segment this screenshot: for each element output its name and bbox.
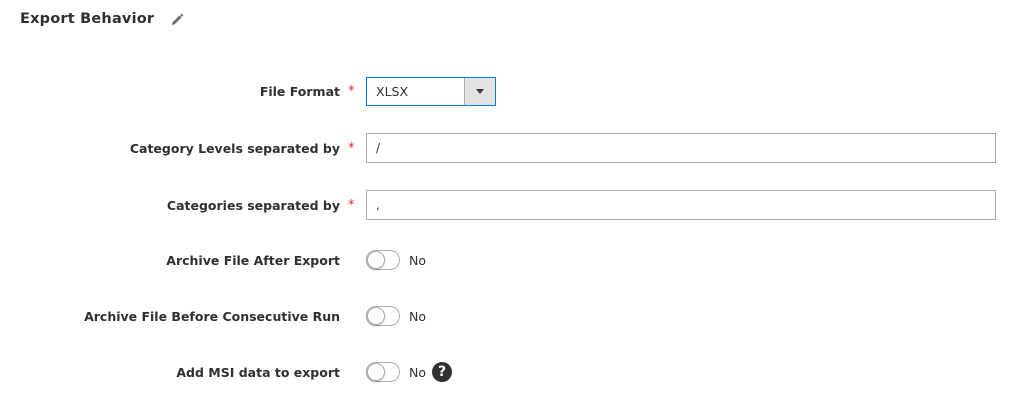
field-row-category-levels: Category Levels separated by *: [0, 133, 1012, 163]
file-format-select[interactable]: XLSX: [366, 77, 496, 106]
toggle-knob: [367, 251, 385, 269]
required-marker: *: [348, 197, 355, 213]
archive-after-export-label: Archive File After Export: [166, 252, 340, 268]
field-row-archive-before-run: Archive File Before Consecutive Run No: [0, 306, 1012, 326]
archive-before-run-state: No: [409, 308, 426, 324]
export-behavior-panel: Export Behavior File Format * XLSX Categ…: [0, 0, 1012, 402]
field-row-msi-data: Add MSI data to export No ?: [0, 362, 1012, 382]
pencil-icon[interactable]: [170, 12, 184, 26]
categories-separator-input[interactable]: [366, 190, 996, 220]
field-row-file-format: File Format * XLSX: [0, 77, 1012, 106]
archive-before-run-toggle[interactable]: [366, 306, 400, 326]
section-title: Export Behavior: [20, 11, 155, 27]
file-format-value: XLSX: [376, 84, 409, 99]
archive-before-run-label: Archive File Before Consecutive Run: [84, 308, 340, 324]
category-levels-label: Category Levels separated by: [129, 140, 340, 156]
toggle-knob: [367, 363, 385, 381]
archive-after-export-state: No: [409, 252, 426, 268]
section-header: Export Behavior: [20, 11, 184, 27]
field-row-categories-separator: Categories separated by *: [0, 190, 1012, 220]
msi-data-state: No: [409, 364, 426, 380]
required-marker: *: [348, 140, 355, 156]
toggle-knob: [367, 307, 385, 325]
question-circle-icon[interactable]: ?: [432, 362, 452, 382]
msi-data-label: Add MSI data to export: [176, 364, 340, 380]
required-marker: *: [348, 84, 355, 99]
caret-down-icon[interactable]: [464, 78, 495, 105]
msi-data-toggle[interactable]: [366, 362, 400, 382]
file-format-label: File Format: [259, 84, 340, 99]
archive-after-export-toggle[interactable]: [366, 250, 400, 270]
category-levels-input[interactable]: [366, 133, 996, 163]
field-row-archive-after-export: Archive File After Export No: [0, 250, 1012, 270]
categories-separator-label: Categories separated by: [166, 197, 340, 213]
